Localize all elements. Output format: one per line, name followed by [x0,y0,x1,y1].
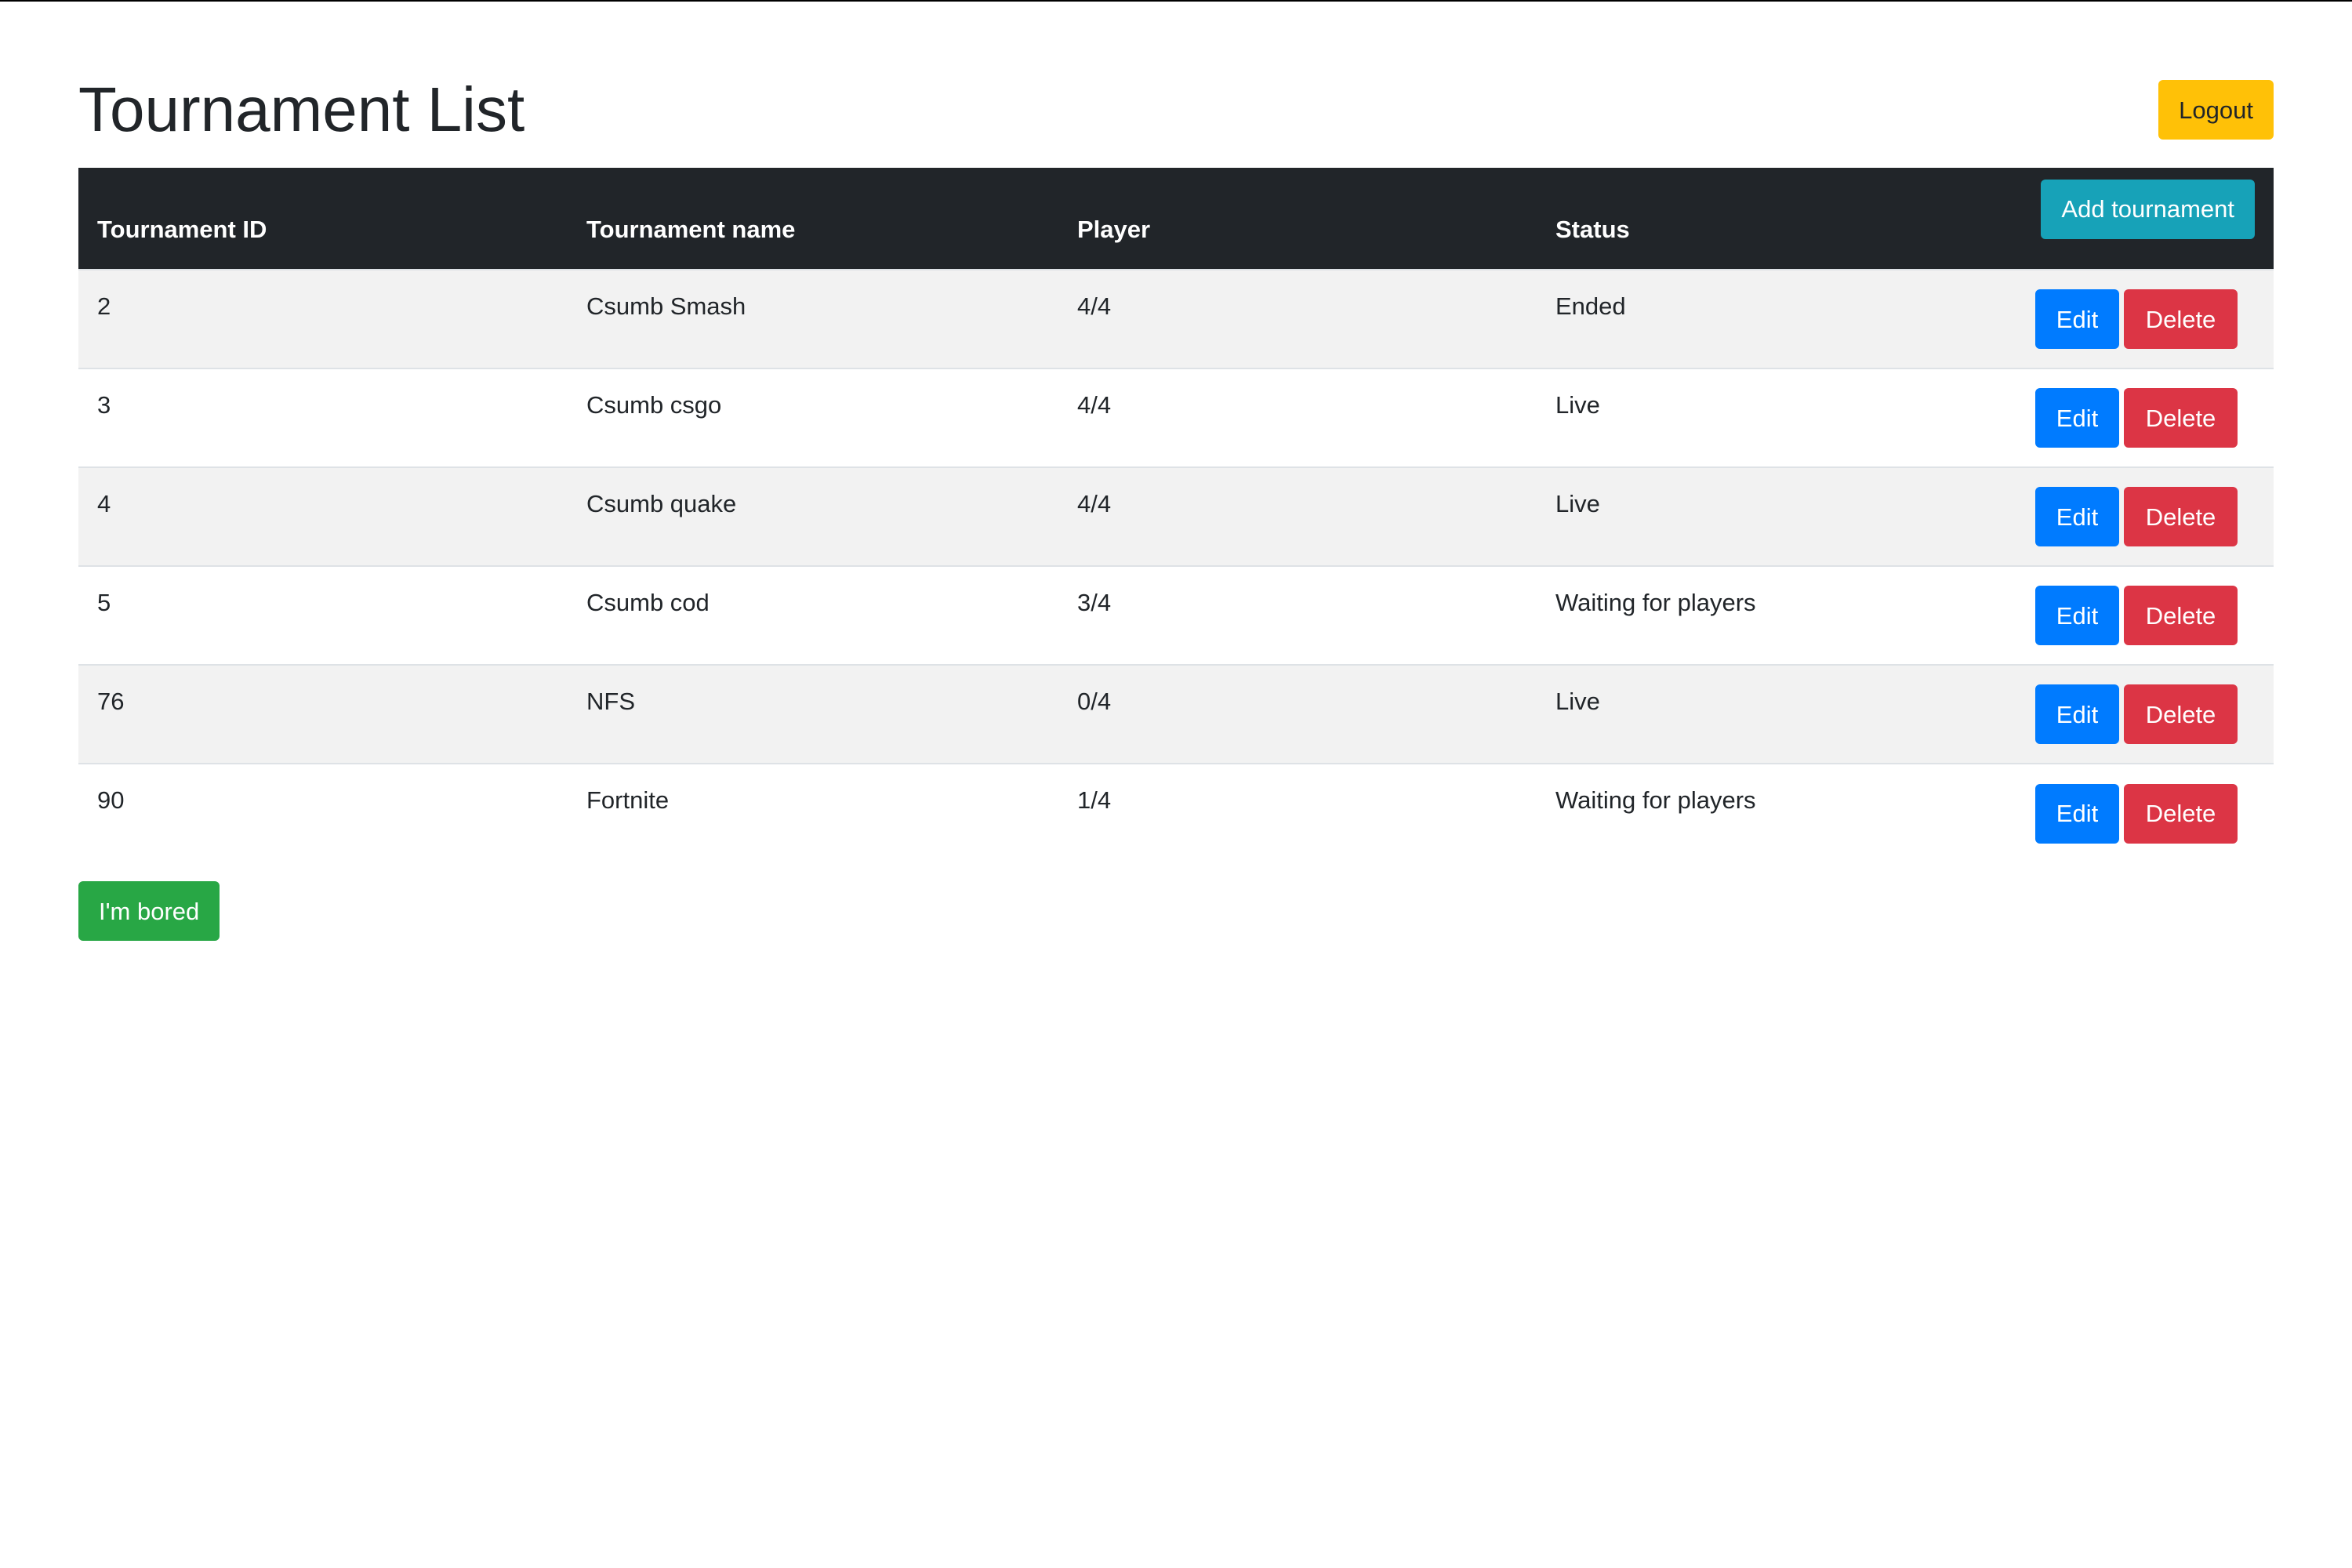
cell-player: 4/4 [1077,292,1112,320]
cell-tournament-id: 90 [97,786,125,814]
cell-actions: Edit Delete [1944,566,2274,665]
cell-tournament-name: NFS [586,688,635,715]
edit-button[interactable]: Edit [2035,783,2119,844]
cell-tournament-id: 4 [97,490,111,517]
delete-button[interactable]: Delete [2124,289,2238,349]
cell-actions: Edit Delete [1944,764,2274,862]
delete-button[interactable]: Delete [2124,783,2238,844]
table-row: 2 Csumb Smash 4/4 Ended Edit Delete [78,270,2274,368]
tournament-table: Tournament ID Tournament name Player Sta… [78,168,2274,862]
cell-player: 4/4 [1077,490,1112,517]
cell-player: 4/4 [1077,391,1112,419]
cell-tournament-name: Csumb csgo [586,391,722,419]
cell-tournament-name: Csumb Smash [586,292,746,320]
cell-actions: Edit Delete [1944,665,2274,764]
edit-button[interactable]: Edit [2035,586,2119,645]
cell-status: Waiting for players [1555,589,1756,616]
cell-tournament-id: 2 [97,292,111,320]
delete-button[interactable]: Delete [2124,586,2238,645]
logout-button[interactable]: Logout [2158,80,2274,140]
delete-button[interactable]: Delete [2124,487,2238,546]
cell-actions: Edit Delete [1944,467,2274,566]
table-row: 5 Csumb cod 3/4 Waiting for players Edit… [78,566,2274,665]
table-header: Tournament ID Tournament name Player Sta… [78,168,2274,270]
cell-tournament-name: Csumb cod [586,589,710,616]
edit-button[interactable]: Edit [2035,684,2119,744]
im-bored-button[interactable]: I'm bored [78,881,220,941]
cell-status: Waiting for players [1555,786,1756,814]
edit-button[interactable]: Edit [2035,289,2119,349]
add-tournament-button[interactable]: Add tournament [2041,179,2255,239]
table-header-row: Tournament ID Tournament name Player Sta… [78,168,2274,270]
cell-actions: Edit Delete [1944,368,2274,467]
edit-button[interactable]: Edit [2035,388,2119,448]
column-header-actions: Add tournament [1944,168,2274,270]
cell-status: Ended [1555,292,1626,320]
table-row: 3 Csumb csgo 4/4 Live Edit Delete [78,368,2274,467]
column-header-player: Player [1077,215,1151,243]
page-title: Tournament List [78,74,525,144]
table-row: 76 NFS 0/4 Live Edit Delete [78,665,2274,764]
delete-button[interactable]: Delete [2124,388,2238,448]
table-row: 90 Fortnite 1/4 Waiting for players Edit… [78,764,2274,862]
cell-tournament-name: Csumb quake [586,490,737,517]
cell-tournament-id: 3 [97,391,111,419]
cell-player: 1/4 [1077,786,1112,814]
cell-status: Live [1555,391,1600,419]
cell-tournament-name: Fortnite [586,786,670,814]
table-row: 4 Csumb quake 4/4 Live Edit Delete [78,467,2274,566]
table-body: 2 Csumb Smash 4/4 Ended Edit Delete 3 Csu… [78,270,2274,862]
page-container: Tournament List Logout Tournament ID Tou… [78,0,2274,941]
cell-tournament-id: 5 [97,589,111,616]
delete-button[interactable]: Delete [2124,684,2238,744]
cell-player: 3/4 [1077,589,1112,616]
cell-tournament-id: 76 [97,688,125,715]
cell-actions: Edit Delete [1944,270,2274,368]
column-header-tournament-id: Tournament ID [97,215,267,243]
cell-status: Live [1555,490,1600,517]
column-header-tournament-name: Tournament name [586,215,796,243]
column-header-status: Status [1555,215,1630,243]
cell-player: 0/4 [1077,688,1112,715]
cell-status: Live [1555,688,1600,715]
edit-button[interactable]: Edit [2035,487,2119,546]
page-header: Tournament List Logout [78,0,2274,168]
